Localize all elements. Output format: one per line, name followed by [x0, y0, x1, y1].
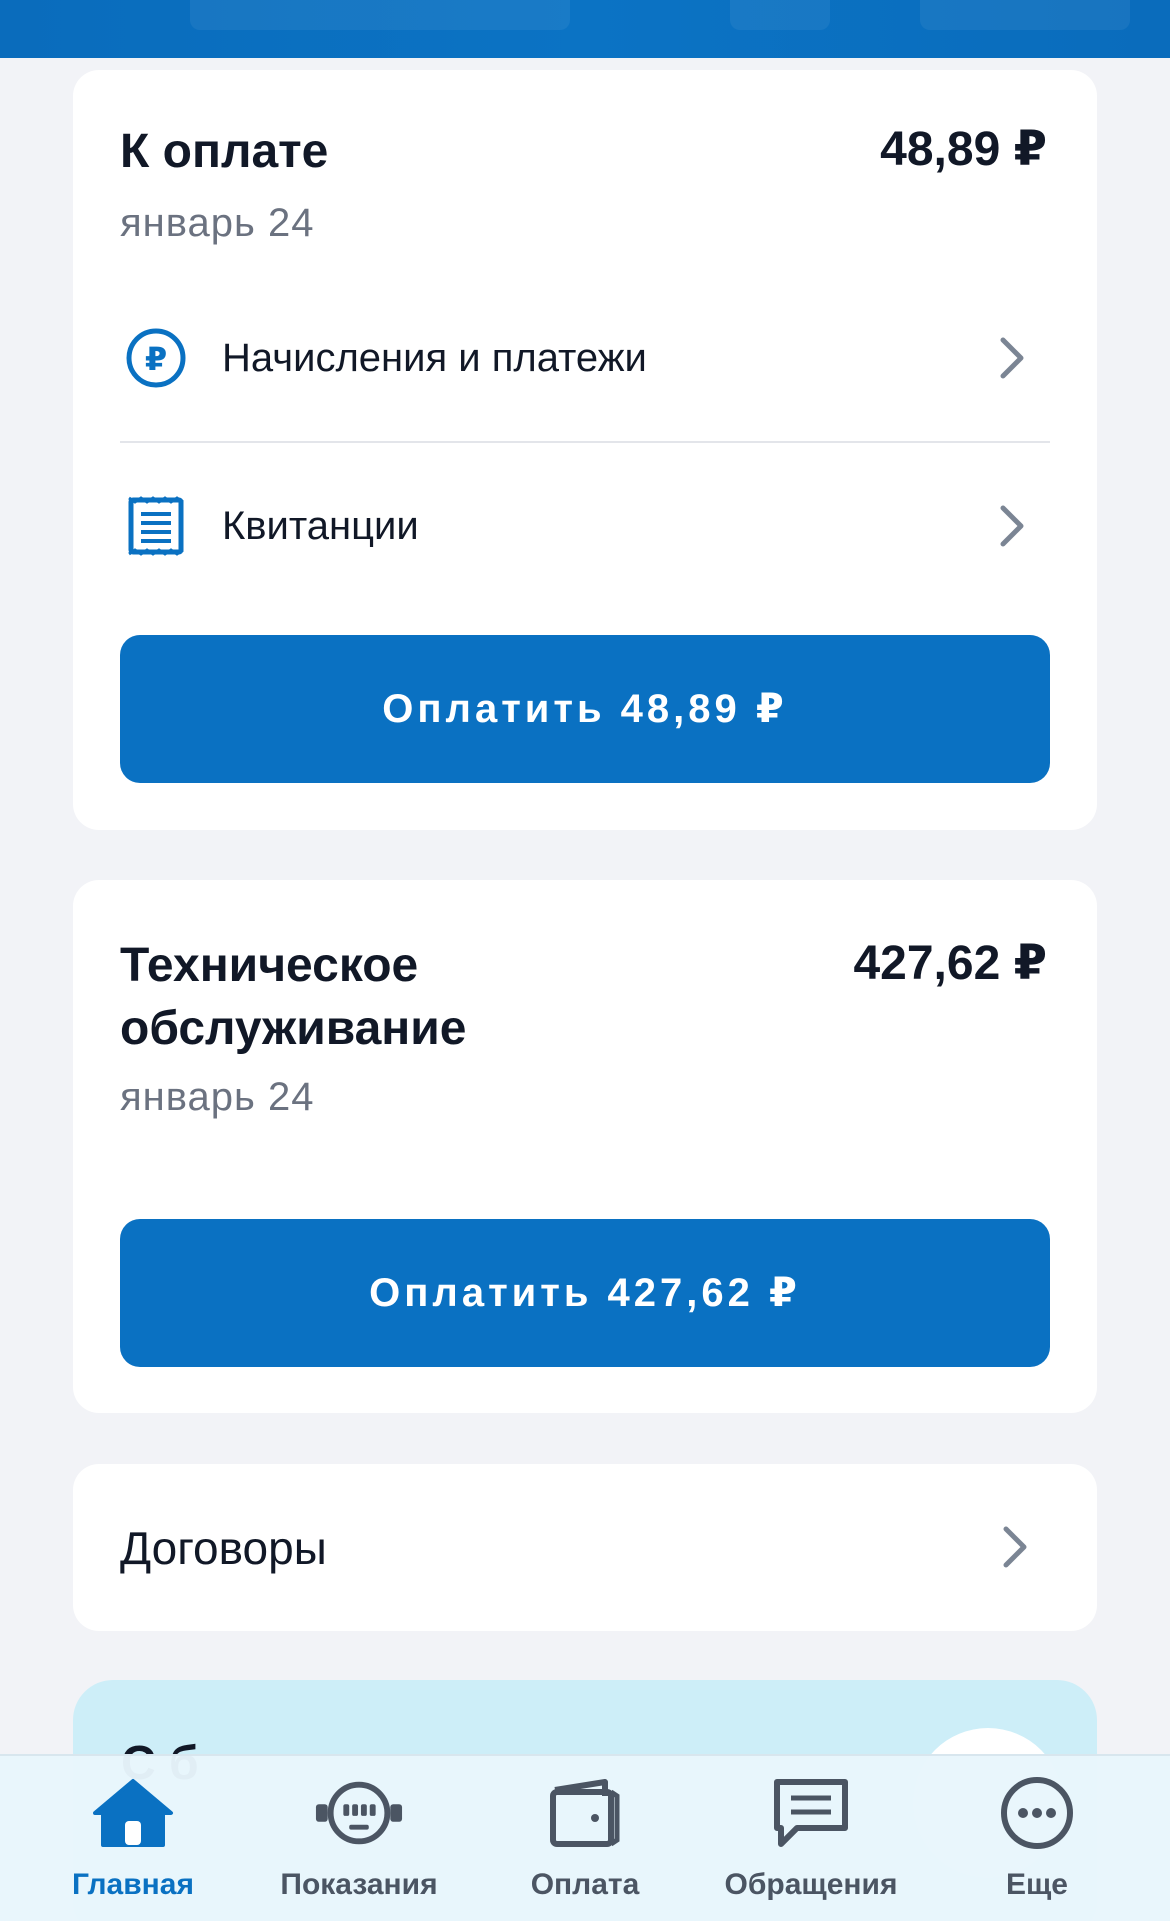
chevron-right-icon — [992, 501, 1032, 551]
nav-label-home: Главная — [71, 1868, 194, 1901]
payment-card-title: К оплате — [120, 125, 329, 178]
nav-item-payment[interactable]: Оплата — [472, 1756, 698, 1921]
chevron-right-icon — [1000, 1524, 1030, 1575]
charges-and-payments-row[interactable]: ₽ Начисления и платежи — [120, 298, 1050, 418]
payment-card-amount: 48,89 ₽ — [880, 123, 1047, 176]
home-icon — [88, 1774, 178, 1852]
nav-item-more[interactable]: Еще — [924, 1756, 1150, 1921]
chat-icon — [766, 1774, 856, 1852]
nav-item-requests[interactable]: Обращения — [698, 1756, 924, 1921]
header-bar — [0, 0, 1170, 58]
nav-label-requests: Обращения — [724, 1868, 898, 1901]
svg-text:₽: ₽ — [145, 340, 167, 378]
bottom-navigation: Главная Показания Оплата Обращения Еще — [0, 1754, 1170, 1921]
receipt-icon — [124, 494, 188, 558]
maintenance-card-amount: 427,62 ₽ — [853, 937, 1047, 990]
maintenance-card-title-line2: обслуживание — [120, 1002, 467, 1055]
nav-label-payment: Оплата — [530, 1868, 640, 1901]
wallet-icon — [540, 1774, 630, 1852]
maintenance-card-period: январь 24 — [120, 1075, 315, 1119]
meter-icon — [314, 1774, 404, 1852]
receipts-label: Квитанции — [222, 503, 419, 548]
chevron-right-icon — [992, 333, 1032, 383]
nav-item-home[interactable]: Главная — [20, 1756, 246, 1921]
more-icon — [992, 1774, 1082, 1852]
maintenance-card: Техническое обслуживание 427,62 ₽ январь… — [73, 880, 1097, 1413]
maintenance-card-title-line1: Техническое — [120, 939, 419, 992]
charges-and-payments-label: Начисления и платежи — [222, 335, 647, 380]
payment-card: К оплате 48,89 ₽ январь 24 ₽ Начисления … — [73, 70, 1097, 830]
pay-button[interactable]: Оплатить 48,89 ₽ — [120, 635, 1050, 783]
contracts-card[interactable]: Договоры — [73, 1464, 1097, 1631]
receipts-row[interactable]: Квитанции — [120, 466, 1050, 586]
nav-label-more: Еще — [1005, 1868, 1068, 1901]
nav-label-readings: Показания — [280, 1868, 438, 1901]
ruble-circle-icon: ₽ — [124, 326, 188, 390]
row-divider — [120, 441, 1050, 443]
pay-maintenance-button[interactable]: Оплатить 427,62 ₽ — [120, 1219, 1050, 1367]
nav-item-readings[interactable]: Показания — [246, 1756, 472, 1921]
contracts-label: Договоры — [120, 1522, 327, 1574]
payment-card-period: январь 24 — [120, 201, 315, 245]
